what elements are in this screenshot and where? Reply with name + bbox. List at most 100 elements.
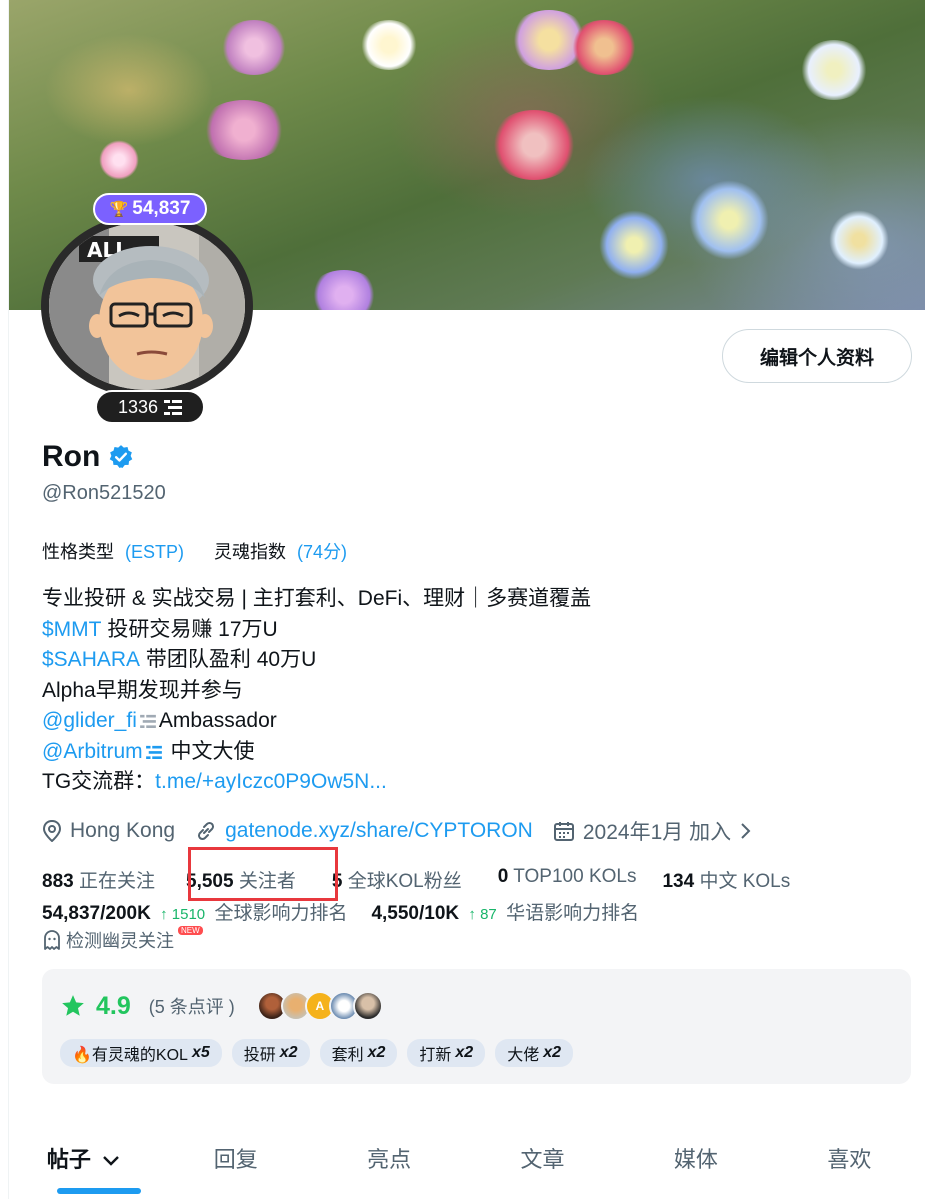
profile-tabs: 帖子 回复 亮点 文章 媒体 喜欢 <box>9 1130 925 1199</box>
personality-value: (ESTP) <box>125 542 185 562</box>
cn-kols-stat[interactable]: 134 中文 KOLs <box>662 866 790 893</box>
tab-label: 文章 <box>520 1147 565 1172</box>
ghost-follow-check[interactable]: 检测幽灵关注 NEW <box>42 925 203 953</box>
review-tag[interactable]: 投研 x2 <box>231 1039 310 1067</box>
trophy-icon: 🏆 <box>109 201 129 218</box>
bio-text: 带团队盈利 40万U <box>140 648 317 671</box>
cn-kols-count: 134 <box>662 871 695 892</box>
influence-score: 54,837 <box>132 198 191 219</box>
tag-multiplier: x2 <box>279 1044 298 1061</box>
avatar[interactable]: ALL ST <box>49 222 245 390</box>
star-icon <box>62 995 84 1016</box>
cashtag-link[interactable]: $SAHARA <box>42 645 140 676</box>
join-date-text: 2024年1月 加入 <box>582 821 732 844</box>
global-rank-stat[interactable]: 54,837/200K ↑ 1510 全球影响力排名 <box>42 898 347 925</box>
profile-bio: 专业投研 & 实战交易 | 主打套利、DeFi、理财｜多赛道覆盖 $MMT 投研… <box>42 584 591 798</box>
tab-label: 媒体 <box>673 1147 718 1172</box>
personality-label: 性格类型 <box>42 542 114 562</box>
soul-label: 灵魂指数 <box>214 542 287 562</box>
calendar-icon <box>553 822 574 841</box>
cashtag-link[interactable]: $MMT <box>42 615 102 646</box>
tag-multiplier: x5 <box>191 1044 210 1061</box>
location: Hong Kong <box>42 819 175 843</box>
bio-line: @Arbitrum 中文大使 <box>42 737 591 768</box>
website-link[interactable]: gatenode.xyz/share/CYPTORON <box>225 819 533 843</box>
reviewer-avatars[interactable]: A <box>256 991 383 1021</box>
avatar-container[interactable]: ALL ST <box>39 210 261 400</box>
new-badge: NEW <box>178 925 203 935</box>
profile-meta: Hong Kong gatenode.xyz/share/CYPTORON 20… <box>42 816 771 846</box>
tab-articles[interactable]: 文章 <box>466 1130 619 1199</box>
website[interactable]: gatenode.xyz/share/CYPTORON <box>195 819 533 843</box>
tab-likes[interactable]: 喜欢 <box>773 1130 925 1199</box>
review-count: (5 条点评 ) <box>148 997 235 1017</box>
location-pin-icon <box>42 820 62 842</box>
bio-line: Alpha早期发现并参与 <box>42 678 243 702</box>
review-tag[interactable]: 打新 x2 <box>407 1039 486 1067</box>
review-tag[interactable]: 🔥有灵魂的KOL x5 <box>60 1039 222 1067</box>
tag-multiplier: x2 <box>367 1044 386 1061</box>
bio-text: Ambassador <box>158 709 277 732</box>
following-stat[interactable]: 883 正在关注 <box>42 866 155 893</box>
top100-stat[interactable]: 0 TOP100 KOLs <box>498 866 637 893</box>
tab-label: 回复 <box>213 1147 258 1172</box>
stack-icon <box>139 715 156 729</box>
reviewer-avatar <box>352 991 383 1021</box>
review-tags: 🔥有灵魂的KOL x5 投研 x2 套利 x2 打新 x2 大佬 x2 <box>60 1039 573 1067</box>
tab-highlights[interactable]: 亮点 <box>312 1130 465 1199</box>
display-name: Ron <box>42 440 101 473</box>
mention-link[interactable]: @Arbitrum <box>42 737 143 768</box>
cn-rank-change: 87 <box>480 906 497 923</box>
rank-up-indicator: ↑ 87 <box>468 906 497 923</box>
following-count: 883 <box>42 871 74 892</box>
stack-icon <box>164 400 183 415</box>
review-tag[interactable]: 大佬 x2 <box>495 1039 573 1067</box>
tag-multiplier: x2 <box>455 1044 474 1061</box>
cn-rank-stat[interactable]: 4,550/10K ↑ 87 华语影响力排名 <box>371 898 639 925</box>
tab-replies[interactable]: 回复 <box>159 1130 312 1199</box>
mention-link[interactable]: @glider_fi <box>42 706 137 737</box>
stack-icon <box>145 745 162 759</box>
kol-fans-stat[interactable]: 5 全球KOL粉丝 <box>332 866 462 893</box>
review-tag[interactable]: 套利 x2 <box>319 1039 398 1067</box>
cn-rank: 4,550/10K <box>371 903 460 924</box>
rank-up-indicator: ↑ 1510 <box>160 906 206 923</box>
tag-label: 大佬 <box>507 1047 540 1064</box>
bio-line: $MMT 投研交易赚 17万U <box>42 615 591 646</box>
global-rank-label: 全球影响力排名 <box>214 903 348 924</box>
bio-line: 专业投研 & 实战交易 | 主打套利、DeFi、理财｜多赛道覆盖 <box>42 587 592 610</box>
cn-kols-label: 中文 KOLs <box>699 871 791 892</box>
level-badge[interactable]: 1336 <box>95 390 205 424</box>
user-handle: @Ron521520 <box>42 482 166 504</box>
bio-line: TG交流群： t.me/+ayIczc0P9Ow5N... <box>42 767 591 798</box>
bio-text: 中文大使 <box>164 739 255 763</box>
bio-text: 投研交易赚 17万U <box>101 617 278 641</box>
top100-count: 0 <box>497 866 509 887</box>
trait-row: 性格类型 (ESTP) 灵魂指数 (74分) <box>42 538 347 564</box>
influence-ranks: 54,837/200K ↑ 1510 全球影响力排名 4,550/10K ↑ 8… <box>42 898 639 925</box>
verified-badge-icon[interactable] <box>108 444 134 470</box>
top100-label: TOP100 KOLs <box>513 866 637 887</box>
edit-profile-button[interactable]: 编辑个人资料 <box>722 329 912 383</box>
tag-multiplier: x2 <box>543 1044 561 1061</box>
personality-type[interactable]: 性格类型 (ESTP) <box>42 538 184 564</box>
cn-rank-label: 华语影响力排名 <box>506 903 640 924</box>
tab-label: 亮点 <box>367 1147 412 1172</box>
rating-row[interactable]: 4.9 (5 条点评 ) A <box>60 991 383 1021</box>
kol-fans-label: 全球KOL粉丝 <box>347 871 462 892</box>
tag-label: 打新 <box>419 1047 452 1064</box>
tab-media[interactable]: 媒体 <box>619 1130 772 1199</box>
soul-index[interactable]: 灵魂指数 (74分) <box>214 538 347 564</box>
bio-text: TG交流群： <box>42 770 156 793</box>
chevron-right-icon <box>741 823 751 839</box>
tab-label: 喜欢 <box>827 1147 872 1172</box>
telegram-link[interactable]: t.me/+ayIczc0P9Ow5N... <box>155 767 387 798</box>
join-date[interactable]: 2024年1月 加入 <box>553 816 751 846</box>
influence-score-badge[interactable]: 🏆 54,837 <box>93 193 207 225</box>
global-rank-change: 1510 <box>171 906 206 923</box>
chevron-down-icon <box>103 1156 119 1166</box>
rating-value: 4.9 <box>96 991 131 1020</box>
follow-stats: 883 正在关注 5,505 关注者 5 全球KOL粉丝 0 TOP100 KO… <box>42 866 826 893</box>
tag-label: 🔥有灵魂的KOL <box>72 1047 188 1064</box>
tag-label: 套利 <box>331 1047 364 1064</box>
